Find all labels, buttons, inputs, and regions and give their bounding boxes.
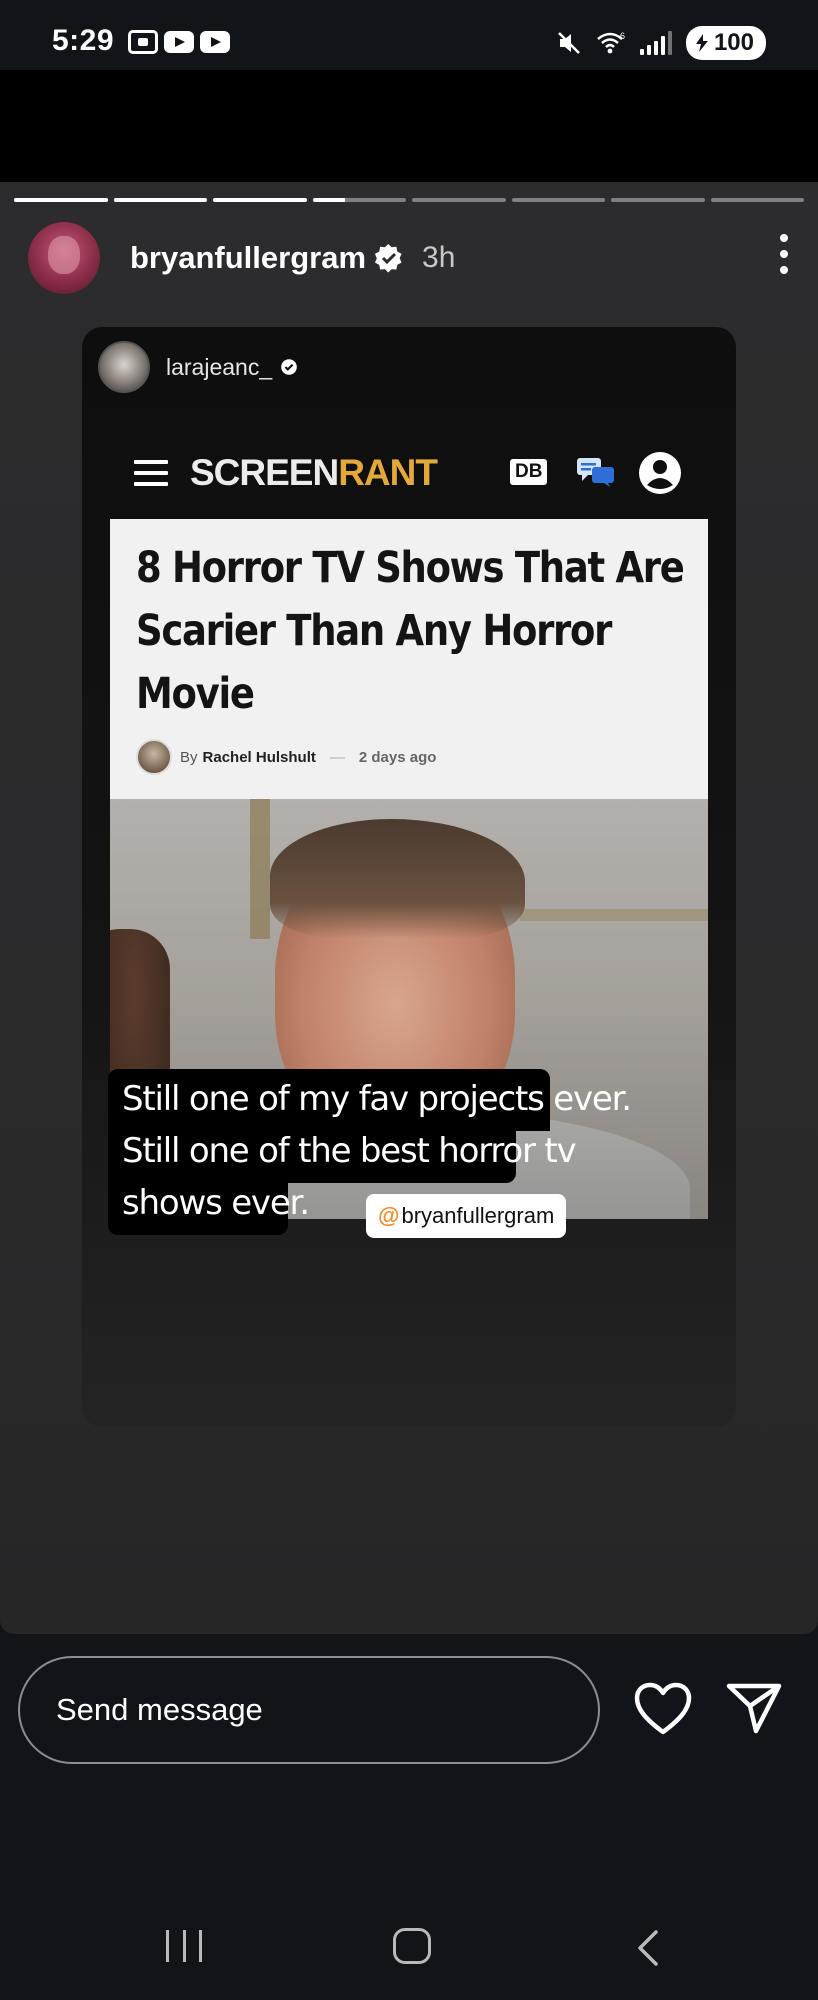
hamburger-menu-icon — [134, 460, 168, 486]
mention-handle: bryanfullergram — [401, 1203, 555, 1228]
story-progress-segment — [611, 198, 705, 202]
status-bar: 5:29 6 100 — [0, 0, 818, 70]
send-message-input[interactable]: Send message — [18, 1656, 600, 1764]
caption-line: shows ever. — [108, 1173, 310, 1235]
avatar[interactable] — [98, 341, 150, 393]
top-spacer — [0, 70, 818, 182]
charging-icon — [695, 34, 708, 52]
wifi-network-label: 6 — [620, 31, 625, 41]
story-progress-segment — [511, 198, 605, 202]
youtube-icon — [200, 31, 230, 53]
send-icon[interactable] — [726, 1682, 782, 1734]
byline-by: By — [180, 748, 198, 766]
story-viewer[interactable]: bryanfullergram 3h larajeanc_ SCREENRANT… — [0, 182, 818, 1634]
story-header: bryanfullergram 3h — [28, 222, 790, 294]
story-progress-segment — [113, 198, 207, 202]
verified-badge-icon — [281, 359, 297, 375]
more-options-icon[interactable] — [778, 234, 790, 274]
status-system-icons: 6 100 — [556, 26, 766, 60]
reply-bar: Send message — [0, 1634, 818, 1868]
mute-icon — [558, 32, 580, 54]
author-avatar — [136, 739, 172, 775]
article-author: Rachel Hulshult — [202, 748, 316, 766]
screenshot-icon — [128, 30, 158, 54]
story-progress-segment — [710, 198, 804, 202]
wifi-icon: 6 — [597, 31, 625, 54]
story-username[interactable]: bryanfullergram — [130, 240, 366, 276]
site-logo: SCREENRANT — [190, 452, 438, 494]
shared-post-card[interactable]: larajeanc_ SCREENRANT DB 8 Horror TV Sho… — [82, 327, 736, 1427]
status-notification-icons — [128, 30, 230, 54]
back-icon[interactable] — [630, 1928, 670, 1968]
chat-bubbles-icon — [577, 458, 614, 487]
story-time-ago: 3h — [422, 241, 456, 274]
battery-indicator: 100 — [685, 26, 766, 60]
db-badge: DB — [510, 459, 548, 485]
story-progress-segment — [213, 198, 307, 202]
article-header: 8 Horror TV Shows That Are Scarier Than … — [110, 519, 708, 799]
article-byline: By Rachel Hulshult — 2 days ago — [136, 739, 436, 775]
status-time: 5:29 — [52, 24, 115, 57]
brand-part1: SCREEN — [190, 452, 339, 493]
signal-icon — [639, 31, 672, 55]
story-progress-segment — [412, 198, 506, 202]
story-progress — [14, 198, 804, 202]
avatar[interactable] — [28, 222, 100, 294]
shared-post-username[interactable]: larajeanc_ — [166, 354, 272, 381]
site-header: SCREENRANT DB — [110, 427, 708, 519]
brand-part2: RANT — [338, 452, 438, 493]
system-navigation-bar — [0, 1868, 818, 2000]
youtube-icon — [164, 31, 194, 53]
recent-apps-icon[interactable] — [166, 1930, 202, 1962]
heart-icon[interactable] — [634, 1682, 692, 1736]
byline-separator: — — [329, 748, 345, 766]
article-title: 8 Horror TV Shows That Are Scarier Than … — [136, 543, 685, 719]
article-date: 2 days ago — [358, 748, 437, 766]
story-progress-segment — [312, 198, 406, 202]
mention-at: @ — [378, 1203, 400, 1228]
story-progress-segment — [14, 198, 108, 202]
account-icon — [639, 452, 681, 494]
shared-post-header: larajeanc_ — [98, 341, 298, 393]
mention-sticker[interactable]: @ bryanfullergram — [366, 1194, 567, 1238]
verified-badge-icon — [374, 243, 402, 273]
home-icon[interactable] — [393, 1928, 431, 1964]
battery-level: 100 — [713, 29, 754, 56]
